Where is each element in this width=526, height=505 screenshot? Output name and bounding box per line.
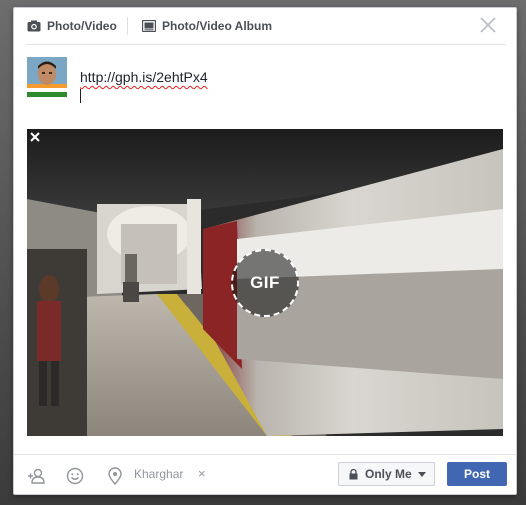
album-icon [142, 20, 156, 32]
close-icon[interactable] [478, 14, 498, 36]
remove-preview-icon[interactable] [27, 129, 43, 145]
lock-icon [349, 468, 358, 479]
feeling-icon[interactable] [66, 467, 84, 485]
tabs-divider-line [26, 44, 506, 45]
location-pin-icon[interactable] [106, 467, 124, 485]
audience-label: Only Me [365, 467, 412, 481]
composer-tabs: Photo/Video Photo/Video Album [14, 8, 516, 45]
tab-photo-video-album[interactable]: Photo/Video Album [142, 17, 272, 35]
location-label[interactable]: Kharghar [134, 467, 183, 481]
status-text-input[interactable]: http://gph.is/2ehtPx4 [80, 69, 208, 85]
tab-photo-video-album-label: Photo/Video Album [162, 19, 272, 33]
post-composer: Photo/Video Photo/Video Album http://gph… [13, 7, 517, 495]
text-cursor [80, 89, 81, 103]
chevron-down-icon [417, 471, 426, 477]
gif-play-badge[interactable]: GIF [231, 249, 299, 317]
post-button[interactable]: Post [447, 462, 507, 486]
tab-divider [127, 17, 128, 35]
gif-link-preview[interactable]: GIF [27, 129, 503, 436]
camera-icon [27, 20, 41, 32]
tab-photo-video[interactable]: Photo/Video [27, 17, 117, 35]
tab-photo-video-label: Photo/Video [47, 19, 117, 33]
audience-selector-button[interactable]: Only Me [338, 462, 435, 486]
tag-friends-icon[interactable] [27, 467, 45, 485]
user-avatar[interactable] [27, 57, 67, 97]
gif-badge-label: GIF [250, 273, 280, 292]
footer-divider [14, 454, 516, 455]
remove-location-button[interactable]: × [198, 466, 206, 481]
